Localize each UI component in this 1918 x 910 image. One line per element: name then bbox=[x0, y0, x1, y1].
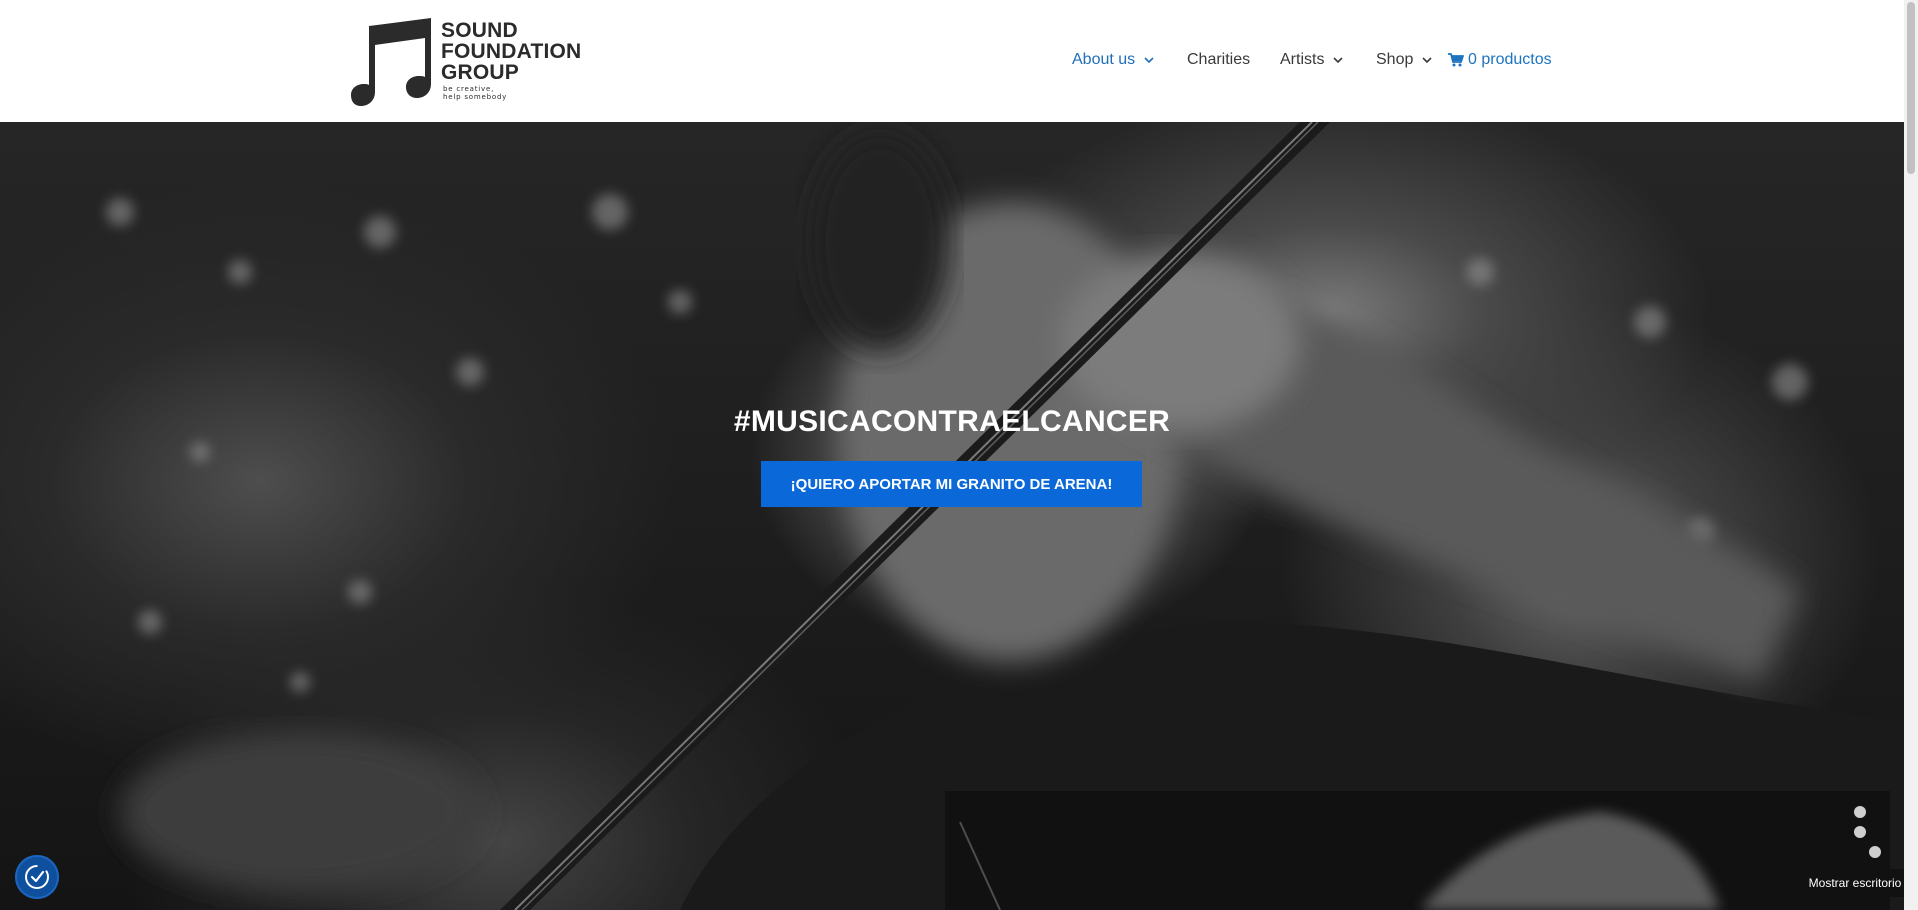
brand-tagline-line-2: help somebody bbox=[443, 93, 508, 101]
chevron-down-icon bbox=[1422, 57, 1432, 64]
cookie-consent-button[interactable] bbox=[15, 855, 59, 899]
brand-name: SOUND FOUNDATION GROUP bbox=[441, 20, 581, 83]
site-logo[interactable]: SOUND FOUNDATION GROUP be creative, help… bbox=[351, 18, 591, 106]
brand-tagline: be creative, help somebody bbox=[443, 85, 533, 101]
nav-item-label: Charities bbox=[1187, 51, 1251, 68]
nav-item-about-us[interactable]: About us bbox=[1072, 51, 1154, 69]
cart-label: 0 productos bbox=[1468, 51, 1552, 68]
brand-name-line-2: FOUNDATION bbox=[441, 40, 582, 63]
nav-item-artists[interactable]: Artists bbox=[1280, 51, 1344, 69]
page-scrollbar[interactable] bbox=[1904, 0, 1918, 910]
hero-title: #MUSICACONTRAELCANCER bbox=[733, 405, 1171, 438]
nav-item-label: Artists bbox=[1280, 51, 1325, 68]
nav-cart-link[interactable]: 0 productos bbox=[1448, 51, 1552, 69]
shopping-cart-icon bbox=[1448, 53, 1464, 67]
music-note-logo-icon bbox=[351, 18, 431, 106]
cookie-consent-icon bbox=[25, 865, 49, 889]
brand-name-line-1: SOUND bbox=[441, 19, 518, 42]
hero-banner: #MUSICACONTRAELCANCER ¡QUIERO APORTAR MI… bbox=[0, 122, 1904, 910]
hero-background-photo bbox=[106, 122, 1904, 910]
chevron-down-icon bbox=[1333, 57, 1344, 64]
show-desktop-tooltip[interactable]: Mostrar escritorio bbox=[1806, 869, 1904, 897]
site-header: SOUND FOUNDATION GROUP be creative, help… bbox=[0, 0, 1904, 122]
donate-cta-button[interactable]: ¡QUIERO APORTAR MI GRANITO DE ARENA! bbox=[761, 461, 1142, 507]
scrollbar-thumb[interactable] bbox=[1907, 2, 1915, 174]
brand-name-line-3: GROUP bbox=[441, 61, 520, 84]
nav-item-shop[interactable]: Shop bbox=[1376, 51, 1432, 69]
brand-tagline-line-1: be creative, bbox=[443, 85, 495, 93]
nav-item-label: Shop bbox=[1376, 51, 1414, 68]
nav-item-label: About us bbox=[1072, 51, 1136, 68]
nav-item-charities[interactable]: Charities bbox=[1187, 51, 1250, 69]
chevron-down-icon bbox=[1144, 57, 1154, 64]
